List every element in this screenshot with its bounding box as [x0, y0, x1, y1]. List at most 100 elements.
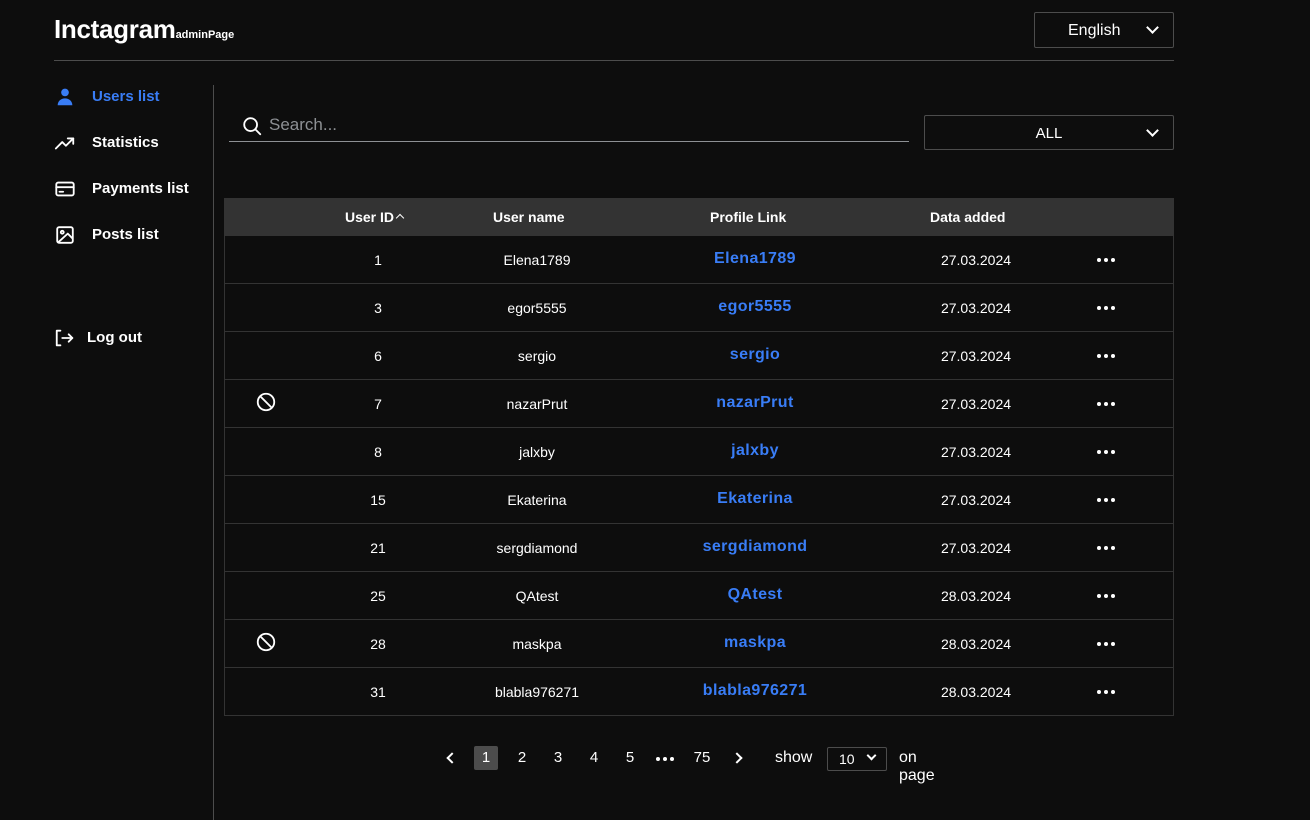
on-page-label: on page: [899, 749, 935, 784]
chevron-down-icon: [866, 750, 877, 761]
logout-label: Log out: [87, 329, 142, 346]
cell-user-name: egor5555: [507, 300, 567, 316]
cell-user-name: jalxby: [519, 444, 555, 460]
page-button-4[interactable]: 4: [582, 746, 606, 770]
cell-profile-link[interactable]: maskpa: [724, 634, 786, 652]
cell-date-added: 27.03.2024: [940, 300, 1012, 316]
page-button-last[interactable]: 75: [690, 746, 714, 770]
table-row: 7 nazarPrut nazarPrut 27.03.2024: [225, 379, 1173, 427]
cell-profile-link[interactable]: jalxby: [731, 442, 779, 460]
sidebar-item-label: Users list: [92, 88, 160, 105]
person-icon: [57, 88, 73, 106]
per-page-value: 10: [839, 751, 855, 767]
cell-profile-link[interactable]: sergdiamond: [703, 538, 808, 556]
more-options-icon[interactable]: [1097, 258, 1115, 262]
more-options-icon[interactable]: [1097, 450, 1115, 454]
ellipsis-icon: [656, 757, 674, 761]
search-input[interactable]: [269, 112, 889, 138]
cell-user-id: 21: [370, 540, 386, 556]
more-options-icon[interactable]: [1097, 306, 1115, 310]
cell-profile-link[interactable]: sergio: [730, 346, 780, 364]
filter-value: ALL: [1035, 125, 1063, 142]
ban-icon: [256, 632, 276, 652]
column-header-profile-link[interactable]: Profile Link: [710, 209, 786, 225]
sidebar-item-payments-list[interactable]: Payments list: [54, 177, 189, 201]
table-row: 3 egor5555 egor5555 27.03.2024: [225, 283, 1173, 331]
more-options-icon[interactable]: [1097, 594, 1115, 598]
cell-user-id: 15: [370, 492, 386, 508]
cell-user-id: 6: [374, 348, 382, 364]
more-options-icon[interactable]: [1097, 354, 1115, 358]
language-select[interactable]: English: [1034, 12, 1174, 48]
table-row: 21 sergdiamond sergdiamond 27.03.2024: [225, 523, 1173, 571]
cell-user-name: QAtest: [515, 588, 559, 604]
trending-up-icon: [54, 137, 75, 150]
sidebar-item-label: Statistics: [92, 134, 159, 151]
more-options-icon[interactable]: [1097, 690, 1115, 694]
cell-user-id: 31: [370, 684, 386, 700]
cell-date-added: 27.03.2024: [940, 444, 1012, 460]
cell-date-added: 28.03.2024: [940, 588, 1012, 604]
column-header-date-added[interactable]: Data added: [930, 209, 1005, 225]
cell-user-id: 1: [374, 252, 382, 268]
cell-profile-link[interactable]: Ekaterina: [717, 490, 793, 508]
table-header: User ID User name Profile Link Data adde…: [225, 199, 1173, 235]
language-value: English: [1068, 22, 1121, 39]
cell-user-id: 7: [374, 396, 382, 412]
status-filter-select[interactable]: ALL: [924, 115, 1174, 150]
image-icon: [56, 226, 74, 244]
cell-date-added: 27.03.2024: [940, 252, 1012, 268]
cell-profile-link[interactable]: QAtest: [728, 586, 783, 604]
search-bar: [229, 106, 909, 142]
logout-button[interactable]: Log out: [54, 326, 142, 350]
app-logo[interactable]: InctagramadminPage: [54, 14, 234, 45]
users-table: User ID User name Profile Link Data adde…: [224, 198, 1174, 716]
column-header-user-id[interactable]: User ID: [345, 209, 405, 225]
more-options-icon[interactable]: [1097, 498, 1115, 502]
sidebar-divider: [213, 85, 214, 820]
page-button-1[interactable]: 1: [474, 746, 498, 770]
column-header-user-name[interactable]: User name: [493, 209, 565, 225]
cell-profile-link[interactable]: egor5555: [718, 298, 791, 316]
sidebar-item-posts-list[interactable]: Posts list: [54, 223, 159, 247]
sort-asc-icon: [395, 213, 405, 223]
cell-profile-link[interactable]: nazarPrut: [716, 394, 793, 412]
more-options-icon[interactable]: [1097, 546, 1115, 550]
page-button-3[interactable]: 3: [546, 746, 570, 770]
cell-user-name: sergio: [517, 348, 557, 364]
sidebar-item-statistics[interactable]: Statistics: [54, 131, 159, 155]
cell-date-added: 27.03.2024: [940, 492, 1012, 508]
per-page-select[interactable]: 10: [827, 747, 887, 771]
page-button-2[interactable]: 2: [510, 746, 534, 770]
table-row: 28 maskpa maskpa 28.03.2024: [225, 619, 1173, 667]
credit-card-icon: [55, 181, 75, 197]
cell-user-name: Ekaterina: [507, 492, 567, 508]
cell-user-id: 28: [370, 636, 386, 652]
logo-subtitle: adminPage: [175, 29, 235, 41]
table-row: 1 Elena1789 Elena1789 27.03.2024: [225, 235, 1173, 283]
chevron-down-icon: [1146, 21, 1159, 34]
cell-date-added: 27.03.2024: [940, 348, 1012, 364]
ban-icon: [256, 392, 276, 412]
sidebar-item-users-list[interactable]: Users list: [54, 85, 160, 109]
cell-user-name: Elena1789: [503, 252, 571, 268]
show-label: show: [775, 749, 813, 766]
more-options-icon[interactable]: [1097, 642, 1115, 646]
cell-profile-link[interactable]: Elena1789: [714, 250, 796, 268]
app-header: InctagramadminPage English: [54, 0, 1174, 61]
cell-user-name: maskpa: [512, 636, 562, 652]
cell-user-name: sergdiamond: [496, 540, 578, 556]
cell-user-id: 3: [374, 300, 382, 316]
table-row: 25 QAtest QAtest 28.03.2024: [225, 571, 1173, 619]
cell-profile-link[interactable]: blabla976271: [703, 682, 807, 700]
next-page-arrow-icon[interactable]: [731, 752, 743, 764]
table-body: 1 Elena1789 Elena1789 27.03.2024 3 egor5555 eg…: [225, 235, 1173, 715]
sidebar-item-label: Payments list: [92, 180, 189, 197]
page-button-5[interactable]: 5: [618, 746, 642, 770]
logo-text: Inctagram: [54, 14, 176, 44]
table-row: 6 sergio sergio 27.03.2024: [225, 331, 1173, 379]
more-options-icon[interactable]: [1097, 402, 1115, 406]
prev-page-arrow-icon[interactable]: [446, 752, 458, 764]
sidebar-item-label: Posts list: [92, 226, 159, 243]
logout-icon: [55, 329, 74, 347]
